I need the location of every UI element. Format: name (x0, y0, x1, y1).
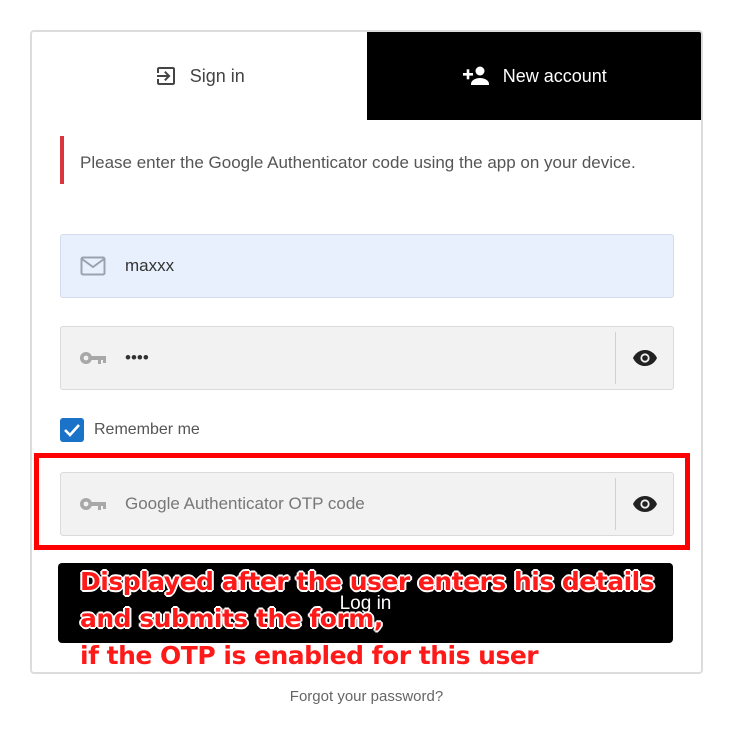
remember-me-label: Remember me (94, 421, 200, 438)
tab-signin[interactable]: Sign in (32, 32, 367, 120)
password-value: •••• (125, 348, 149, 367)
otp-notice-text: Please enter the Google Authenticator co… (80, 153, 636, 172)
mail-icon (61, 256, 125, 276)
email-field[interactable]: maxxx (60, 234, 674, 298)
tab-bar: Sign in New account (32, 32, 701, 120)
annotation-line: Displayed after the user enters his deta… (80, 567, 655, 596)
password-field[interactable]: •••• (60, 326, 674, 390)
otp-field[interactable]: Google Authenticator OTP code (60, 472, 674, 536)
sign-in-icon (154, 64, 178, 88)
key-icon (61, 496, 125, 512)
tab-new-account[interactable]: New account (366, 32, 701, 120)
remember-me: Remember me (60, 418, 200, 442)
add-person-icon (461, 64, 491, 88)
remember-me-checkbox[interactable] (60, 418, 84, 442)
annotation-line: and submits the form, (80, 604, 383, 633)
annotation-line: if the OTP is enabled for this user (80, 641, 539, 670)
annotation-text: Displayed after the user enters his deta… (80, 563, 655, 674)
key-icon (61, 350, 125, 366)
eye-icon[interactable] (615, 478, 673, 530)
tab-signin-label: Sign in (189, 65, 245, 86)
otp-placeholder: Google Authenticator OTP code (125, 494, 365, 513)
otp-notice: Please enter the Google Authenticator co… (60, 136, 660, 184)
email-value: maxxx (125, 256, 175, 275)
forgot-password-link[interactable]: Forgot your password? (0, 688, 733, 705)
eye-icon[interactable] (615, 332, 673, 384)
tab-new-account-label: New account (502, 65, 607, 86)
